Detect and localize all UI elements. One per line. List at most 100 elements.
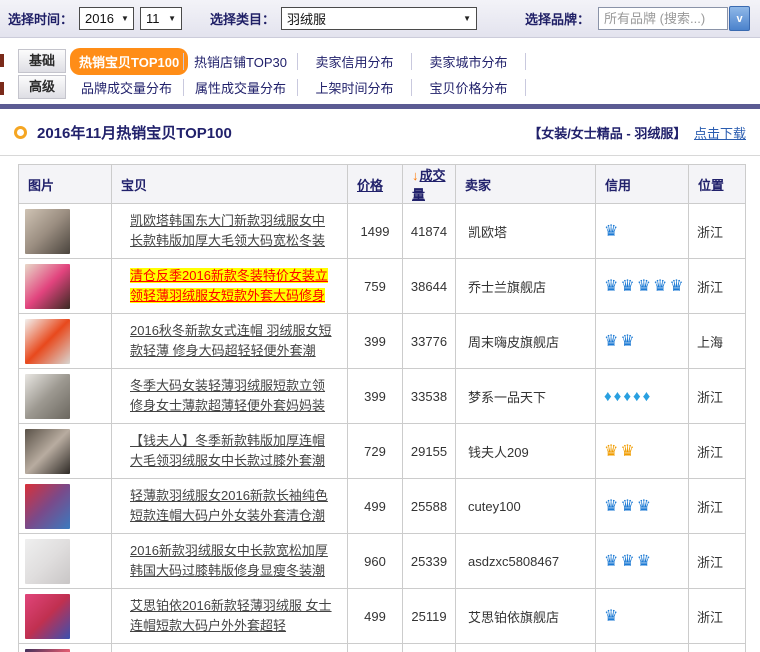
tab-hot-items-top100[interactable]: 热销宝贝TOP100	[70, 48, 183, 75]
table-row: 2016新款羽绒服女中长款宽松加厚韩国大码过膝韩版修身显瘦冬装潮96025339…	[19, 534, 746, 589]
gold-crown-icon	[620, 443, 634, 460]
product-title-link[interactable]: 凯欧塔韩国东大门新款羽绒服女中长款韩版加厚大毛领大码宽松冬装	[130, 213, 325, 248]
edge-artifact	[0, 82, 4, 95]
product-table-body: 凯欧塔韩国东大门新款羽绒服女中长款韩版加厚大毛领大码宽松冬装149941874凯…	[19, 204, 746, 652]
product-title-link[interactable]: 轻薄款羽绒服女2016新款长袖纯色短款连帽大码户外女装外套清仓潮	[130, 488, 328, 523]
item-cell: 轻薄款羽绒服女2016新款长袖纯色短款连帽大码户外女装外套清仓潮	[112, 479, 348, 534]
tab-group-basic-label: 基础	[18, 49, 66, 73]
month-select[interactable]: 11 ▼	[140, 7, 182, 30]
credit-cell	[596, 259, 689, 314]
product-image[interactable]	[25, 374, 70, 419]
category-select[interactable]: 羽绒服 ▼	[281, 7, 477, 30]
blue-crown-icon	[604, 498, 618, 515]
product-title-link[interactable]: 艾思铂依2016新款轻薄羽绒服 女士连帽短款大码户外外套超轻	[130, 598, 332, 633]
credit-cell	[596, 534, 689, 589]
seller-cell: asdzxc5808467	[456, 534, 596, 589]
brand-dropdown-button[interactable]: v	[729, 6, 750, 31]
seller-cell: 梦系一品天下	[456, 369, 596, 424]
table-row: 【钱夫人】冬季新款韩版加厚连帽大毛领羽绒服女中长款过膝外套潮72929155钱夫…	[19, 424, 746, 479]
caret-down-icon: ▼	[121, 14, 129, 23]
table-row: 艾思铂依2016新款轻薄羽绒服 女士连帽短款大码户外外套超轻49925119艾思…	[19, 589, 746, 644]
sales-cell	[403, 644, 456, 652]
col-header-sales[interactable]: ↓成交量	[403, 165, 456, 204]
tab-listing-time-distribution[interactable]: 上架时间分布	[298, 78, 411, 97]
credit-cell	[596, 479, 689, 534]
credit-cell	[596, 369, 689, 424]
price-cell	[348, 644, 403, 652]
category-select-value: 羽绒服	[287, 9, 326, 28]
location-cell: 浙江	[689, 204, 746, 259]
blue-diamond-icon	[633, 388, 641, 405]
sort-desc-icon: ↓	[412, 168, 419, 183]
item-cell: 2016秋冬新款女式连帽 羽绒服女短款轻薄 修身大码超轻轻便外套潮	[112, 314, 348, 369]
blue-crown-icon	[637, 498, 651, 515]
tab-hot-shops-top30[interactable]: 热销店铺TOP30	[184, 52, 297, 71]
caret-down-icon: ▼	[168, 14, 176, 23]
product-image[interactable]	[25, 649, 70, 652]
tab-item-price-distribution[interactable]: 宝贝价格分布	[412, 78, 525, 97]
sales-cell: 33776	[403, 314, 456, 369]
image-cell	[19, 314, 112, 369]
blue-crown-icon	[620, 333, 634, 350]
product-title-link[interactable]: 2016秋冬新款女式连帽 羽绒服女短款轻薄 修身大码超轻轻便外套潮	[130, 323, 332, 358]
brand-search-input[interactable]	[598, 7, 728, 30]
image-cell	[19, 589, 112, 644]
table-row: 轻薄款羽绒服女2016新款长袖纯色短款连帽大码户外女装外套清仓潮49925588…	[19, 479, 746, 534]
col-header-price[interactable]: 价格	[348, 165, 403, 204]
blue-crown-icon	[669, 278, 683, 295]
product-image[interactable]	[25, 594, 70, 639]
filter-bar: 选择时间： 2016 ▼ 11 ▼ 选择类目： 羽绒服 ▼ 选择品牌： v	[0, 0, 760, 38]
product-image[interactable]	[25, 429, 70, 474]
product-image[interactable]	[25, 539, 70, 584]
download-link[interactable]: 点击下载	[694, 126, 746, 141]
image-cell	[19, 259, 112, 314]
blue-crown-icon	[604, 278, 618, 295]
blue-crown-icon	[604, 223, 618, 240]
product-title-link[interactable]: 冬季大码女装轻薄羽绒服短款立领修身女士薄款超薄轻便外套妈妈装	[130, 378, 325, 413]
blue-diamond-icon	[643, 388, 651, 405]
blue-crown-icon	[604, 608, 618, 625]
month-select-value: 11	[146, 11, 160, 26]
location-cell: 浙江	[689, 534, 746, 589]
credit-cell	[596, 644, 689, 652]
year-select[interactable]: 2016 ▼	[79, 7, 134, 30]
location-cell: 浙江	[689, 259, 746, 314]
tab-group-advanced-label: 高级	[18, 75, 66, 99]
product-image[interactable]	[25, 209, 70, 254]
item-cell: 冬季大码女装轻薄羽绒服短款立领修身女士薄款超薄轻便外套妈妈装	[112, 369, 348, 424]
tab-brand-volume-distribution[interactable]: 品牌成交量分布	[70, 78, 183, 97]
seller-cell: 艾思铂依旗舰店	[456, 589, 596, 644]
seller-cell: 周末嗨皮旗舰店	[456, 314, 596, 369]
col-header-item: 宝贝	[112, 165, 348, 204]
seller-cell: 凯欧塔	[456, 204, 596, 259]
price-cell: 759	[348, 259, 403, 314]
category-filter-label: 选择类目：	[210, 9, 275, 28]
blue-diamond-icon	[614, 388, 622, 405]
image-cell	[19, 369, 112, 424]
image-cell	[19, 479, 112, 534]
blue-crown-icon	[620, 553, 634, 570]
price-cell: 960	[348, 534, 403, 589]
item-cell: 凯欧塔韩国东大门新款羽绒服女中长款韩版加厚大毛领大码宽松冬装	[112, 204, 348, 259]
tab-seller-city-distribution[interactable]: 卖家城市分布	[412, 52, 525, 71]
location-cell: 浙江	[689, 369, 746, 424]
table-row: 冬季大码女装轻薄羽绒服短款立领修身女士薄款超薄轻便外套妈妈装39933538梦系…	[19, 369, 746, 424]
tab-attribute-volume-distribution[interactable]: 属性成交量分布	[184, 78, 297, 97]
product-image[interactable]	[25, 484, 70, 529]
category-breadcrumb: 【女装/女士精品 - 羽绒服】	[528, 126, 686, 141]
product-title-link[interactable]: 【钱夫人】冬季新款韩版加厚连帽大毛领羽绒服女中长款过膝外套潮	[130, 433, 325, 468]
sales-cell: 41874	[403, 204, 456, 259]
location-cell: 浙江	[689, 479, 746, 534]
product-image[interactable]	[25, 319, 70, 364]
location-cell: 浙江	[689, 589, 746, 644]
advanced-tab-row: 高级 品牌成交量分布 属性成交量分布 上架时间分布 宝贝价格分布	[0, 74, 760, 100]
blue-crown-icon	[653, 278, 667, 295]
year-select-value: 2016	[85, 11, 114, 26]
blue-crown-icon	[620, 278, 634, 295]
sales-cell: 29155	[403, 424, 456, 479]
tab-seller-credit-distribution[interactable]: 卖家信用分布	[298, 52, 411, 71]
product-image[interactable]	[25, 264, 70, 309]
table-row: 凯欧塔韩国东大门新款羽绒服女中长款韩版加厚大毛领大码宽松冬装149941874凯…	[19, 204, 746, 259]
product-title-link[interactable]: 2016新款羽绒服女中长款宽松加厚韩国大码过膝韩版修身显瘦冬装潮	[130, 543, 328, 578]
product-title-link[interactable]: 清仓反季2016新款冬装特价女装立领轻薄羽绒服女短款外套大码修身	[130, 268, 328, 303]
